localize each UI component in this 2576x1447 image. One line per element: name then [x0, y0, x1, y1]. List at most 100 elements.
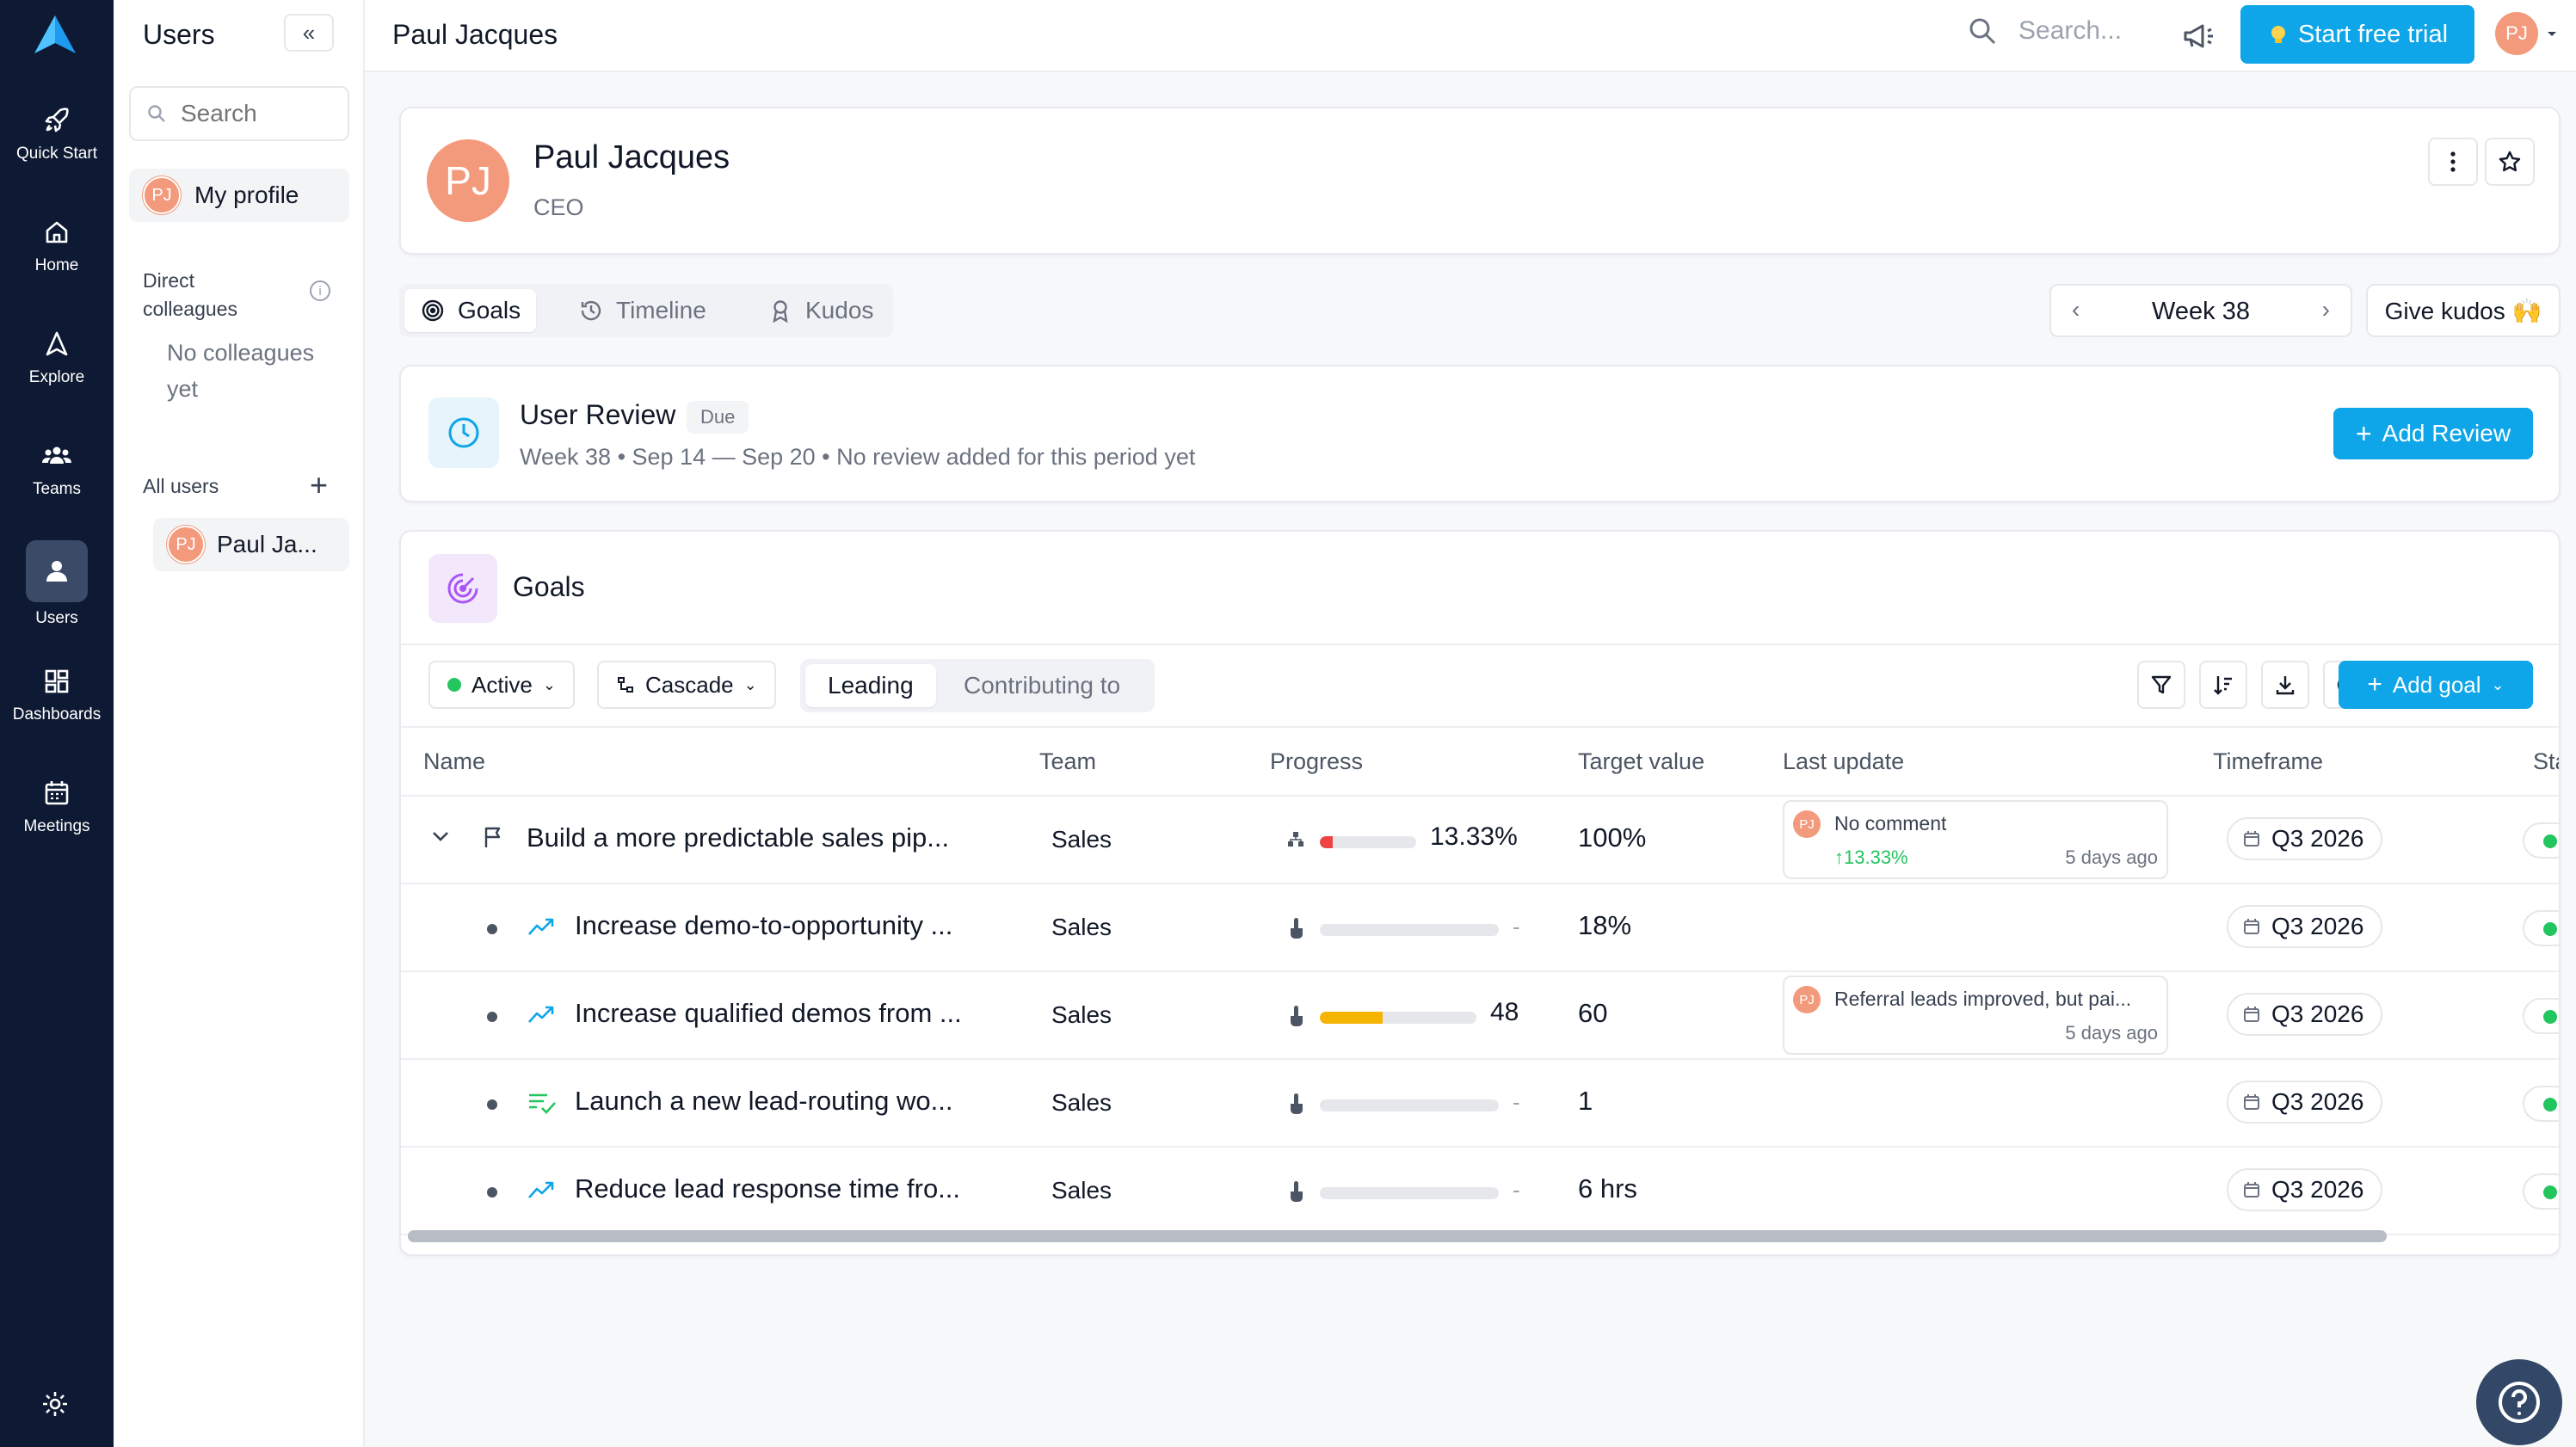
sort-button[interactable]: [2199, 661, 2247, 709]
column-header-status[interactable]: Sta: [2533, 748, 2559, 775]
update-comment: Referral leads improved, but pai...: [1834, 988, 2132, 1010]
filter-button[interactable]: [2137, 661, 2185, 709]
rail-item-meetings[interactable]: Meetings: [0, 776, 114, 836]
goal-name[interactable]: Reduce lead response time fro...: [575, 1173, 960, 1204]
timeframe-pill[interactable]: Q3 2026: [2227, 817, 2383, 860]
goals-title: Goals: [513, 571, 585, 602]
sidebar-user-item[interactable]: PJ Paul Ja...: [153, 518, 349, 571]
trial-button-label: Start free trial: [2297, 20, 2449, 48]
calendar-icon: [2244, 1094, 2259, 1110]
table-row[interactable]: Reduce lead response time fro... Sales -…: [401, 1148, 2559, 1235]
sidebar-search-input[interactable]: [181, 100, 336, 127]
start-free-trial-button[interactable]: Start free trial: [2240, 5, 2474, 64]
add-goal-label: Add goal: [2392, 671, 2481, 698]
rail-item-quick-start[interactable]: Quick Start: [0, 103, 114, 163]
collapse-sidebar-button[interactable]: «: [284, 14, 334, 52]
status-dot: [447, 678, 461, 692]
last-update-card[interactable]: PJ Referral leads improved, but pai... 5…: [1783, 976, 2168, 1055]
target-value: 100%: [1578, 822, 1647, 853]
tab-kudos[interactable]: Kudos: [752, 289, 889, 332]
segment-leading[interactable]: Leading: [805, 664, 936, 707]
clock-icon: [448, 417, 479, 448]
progress-fill: [1320, 836, 1333, 848]
avatar: PJ: [2495, 12, 2538, 55]
rail-item-explore[interactable]: Explore: [0, 327, 114, 387]
target-icon: [422, 299, 444, 322]
timeframe-pill[interactable]: Q3 2026: [2227, 905, 2383, 948]
progress-bar: [1320, 1187, 1499, 1199]
status-indicator[interactable]: [2523, 822, 2559, 859]
timeframe-pill[interactable]: Q3 2026: [2227, 993, 2383, 1036]
review-title: User Review: [520, 399, 676, 430]
timeframe-pill[interactable]: Q3 2026: [2227, 1081, 2383, 1124]
info-icon[interactable]: i: [310, 280, 330, 301]
progress-fill: [1320, 1012, 1383, 1024]
chevron-right-icon[interactable]: ›: [2322, 296, 2330, 323]
rail-item-home[interactable]: Home: [0, 215, 114, 275]
profile-tabs: Goals Timeline Kudos: [399, 284, 893, 337]
goal-team: Sales: [1051, 826, 1112, 853]
give-kudos-button[interactable]: Give kudos 🙌: [2366, 284, 2561, 337]
favorite-button[interactable]: [2485, 138, 2535, 186]
goal-name[interactable]: Increase qualified demos from ...: [575, 998, 962, 1029]
review-icon-box: [428, 397, 499, 468]
history-icon: [581, 300, 601, 321]
settings-icon[interactable]: [38, 1387, 72, 1421]
add-review-button[interactable]: + Add Review: [2333, 408, 2533, 459]
last-update-card[interactable]: PJ No comment ↑13.33% 5 days ago: [1783, 800, 2168, 879]
add-review-label: Add Review: [2382, 420, 2511, 446]
calendar-icon: [2244, 919, 2259, 934]
sidebar-search[interactable]: [129, 86, 349, 141]
timeframe-pill[interactable]: Q3 2026: [2227, 1168, 2383, 1211]
progress-bar: [1320, 924, 1499, 936]
rail-item-teams[interactable]: Teams: [0, 439, 114, 499]
rail-item-users[interactable]: Users: [0, 540, 114, 628]
horizontal-scrollbar[interactable]: [408, 1230, 2387, 1242]
segment-contributing-to[interactable]: Contributing to: [941, 664, 1143, 707]
column-header-timeframe[interactable]: Timeframe: [2213, 748, 2323, 775]
column-header-target[interactable]: Target value: [1578, 748, 1704, 775]
table-row[interactable]: Launch a new lead-routing wo... Sales - …: [401, 1060, 2559, 1148]
my-profile-link[interactable]: PJ My profile: [129, 169, 349, 222]
column-header-name[interactable]: Name: [423, 748, 485, 775]
rail-label: Explore: [28, 368, 85, 386]
status-indicator[interactable]: [2523, 998, 2559, 1034]
app-logo-icon[interactable]: [29, 12, 81, 58]
tab-goals[interactable]: Goals: [404, 289, 537, 332]
goal-name[interactable]: Build a more predictable sales pip...: [527, 822, 949, 853]
update-time: 5 days ago: [2065, 847, 2158, 868]
my-profile-label: My profile: [194, 182, 299, 208]
leading-toggle: Leading Contributing to: [800, 659, 1155, 712]
goal-name[interactable]: Increase demo-to-opportunity ...: [575, 910, 952, 941]
table-row[interactable]: Build a more predictable sales pip... Sa…: [401, 797, 2559, 884]
global-search[interactable]: Search...: [1965, 14, 2122, 48]
download-button[interactable]: [2261, 661, 2309, 709]
profile-name: Paul Jacques: [533, 139, 730, 175]
status-indicator[interactable]: [2523, 1173, 2559, 1210]
table-row[interactable]: Increase qualified demos from ... Sales …: [401, 972, 2559, 1060]
chevron-down-icon[interactable]: [428, 824, 453, 853]
filter-icon: [2151, 675, 2172, 694]
column-header-team[interactable]: Team: [1039, 748, 1096, 775]
chevron-down-icon: ⌄: [542, 675, 556, 693]
status-indicator[interactable]: [2523, 1086, 2559, 1122]
column-header-last-update[interactable]: Last update: [1783, 748, 1904, 775]
cascade-filter[interactable]: Cascade ⌄: [597, 661, 776, 709]
help-button[interactable]: [2476, 1359, 2562, 1445]
tab-timeline[interactable]: Timeline: [563, 289, 722, 332]
more-options-button[interactable]: [2428, 138, 2478, 186]
goal-name[interactable]: Launch a new lead-routing wo...: [575, 1086, 952, 1117]
user-menu[interactable]: PJ: [2495, 12, 2559, 55]
add-goal-button[interactable]: + Add goal ⌄: [2339, 661, 2533, 709]
hand-pointer-icon: [1287, 1003, 1306, 1031]
add-user-icon[interactable]: +: [310, 470, 328, 501]
status-filter[interactable]: Active ⌄: [428, 661, 575, 709]
rail-item-dashboards[interactable]: Dashboards: [0, 664, 114, 724]
no-colleagues-text: No colleagues yet: [167, 340, 315, 402]
table-row[interactable]: Increase demo-to-opportunity ... Sales -…: [401, 884, 2559, 972]
status-indicator[interactable]: [2523, 910, 2559, 946]
goals-icon-box: [428, 554, 497, 623]
announcements-icon[interactable]: [2179, 17, 2216, 55]
column-header-progress[interactable]: Progress: [1270, 748, 1363, 775]
users-sidebar: Users « PJ My profile Direct colleagues …: [114, 0, 365, 1447]
